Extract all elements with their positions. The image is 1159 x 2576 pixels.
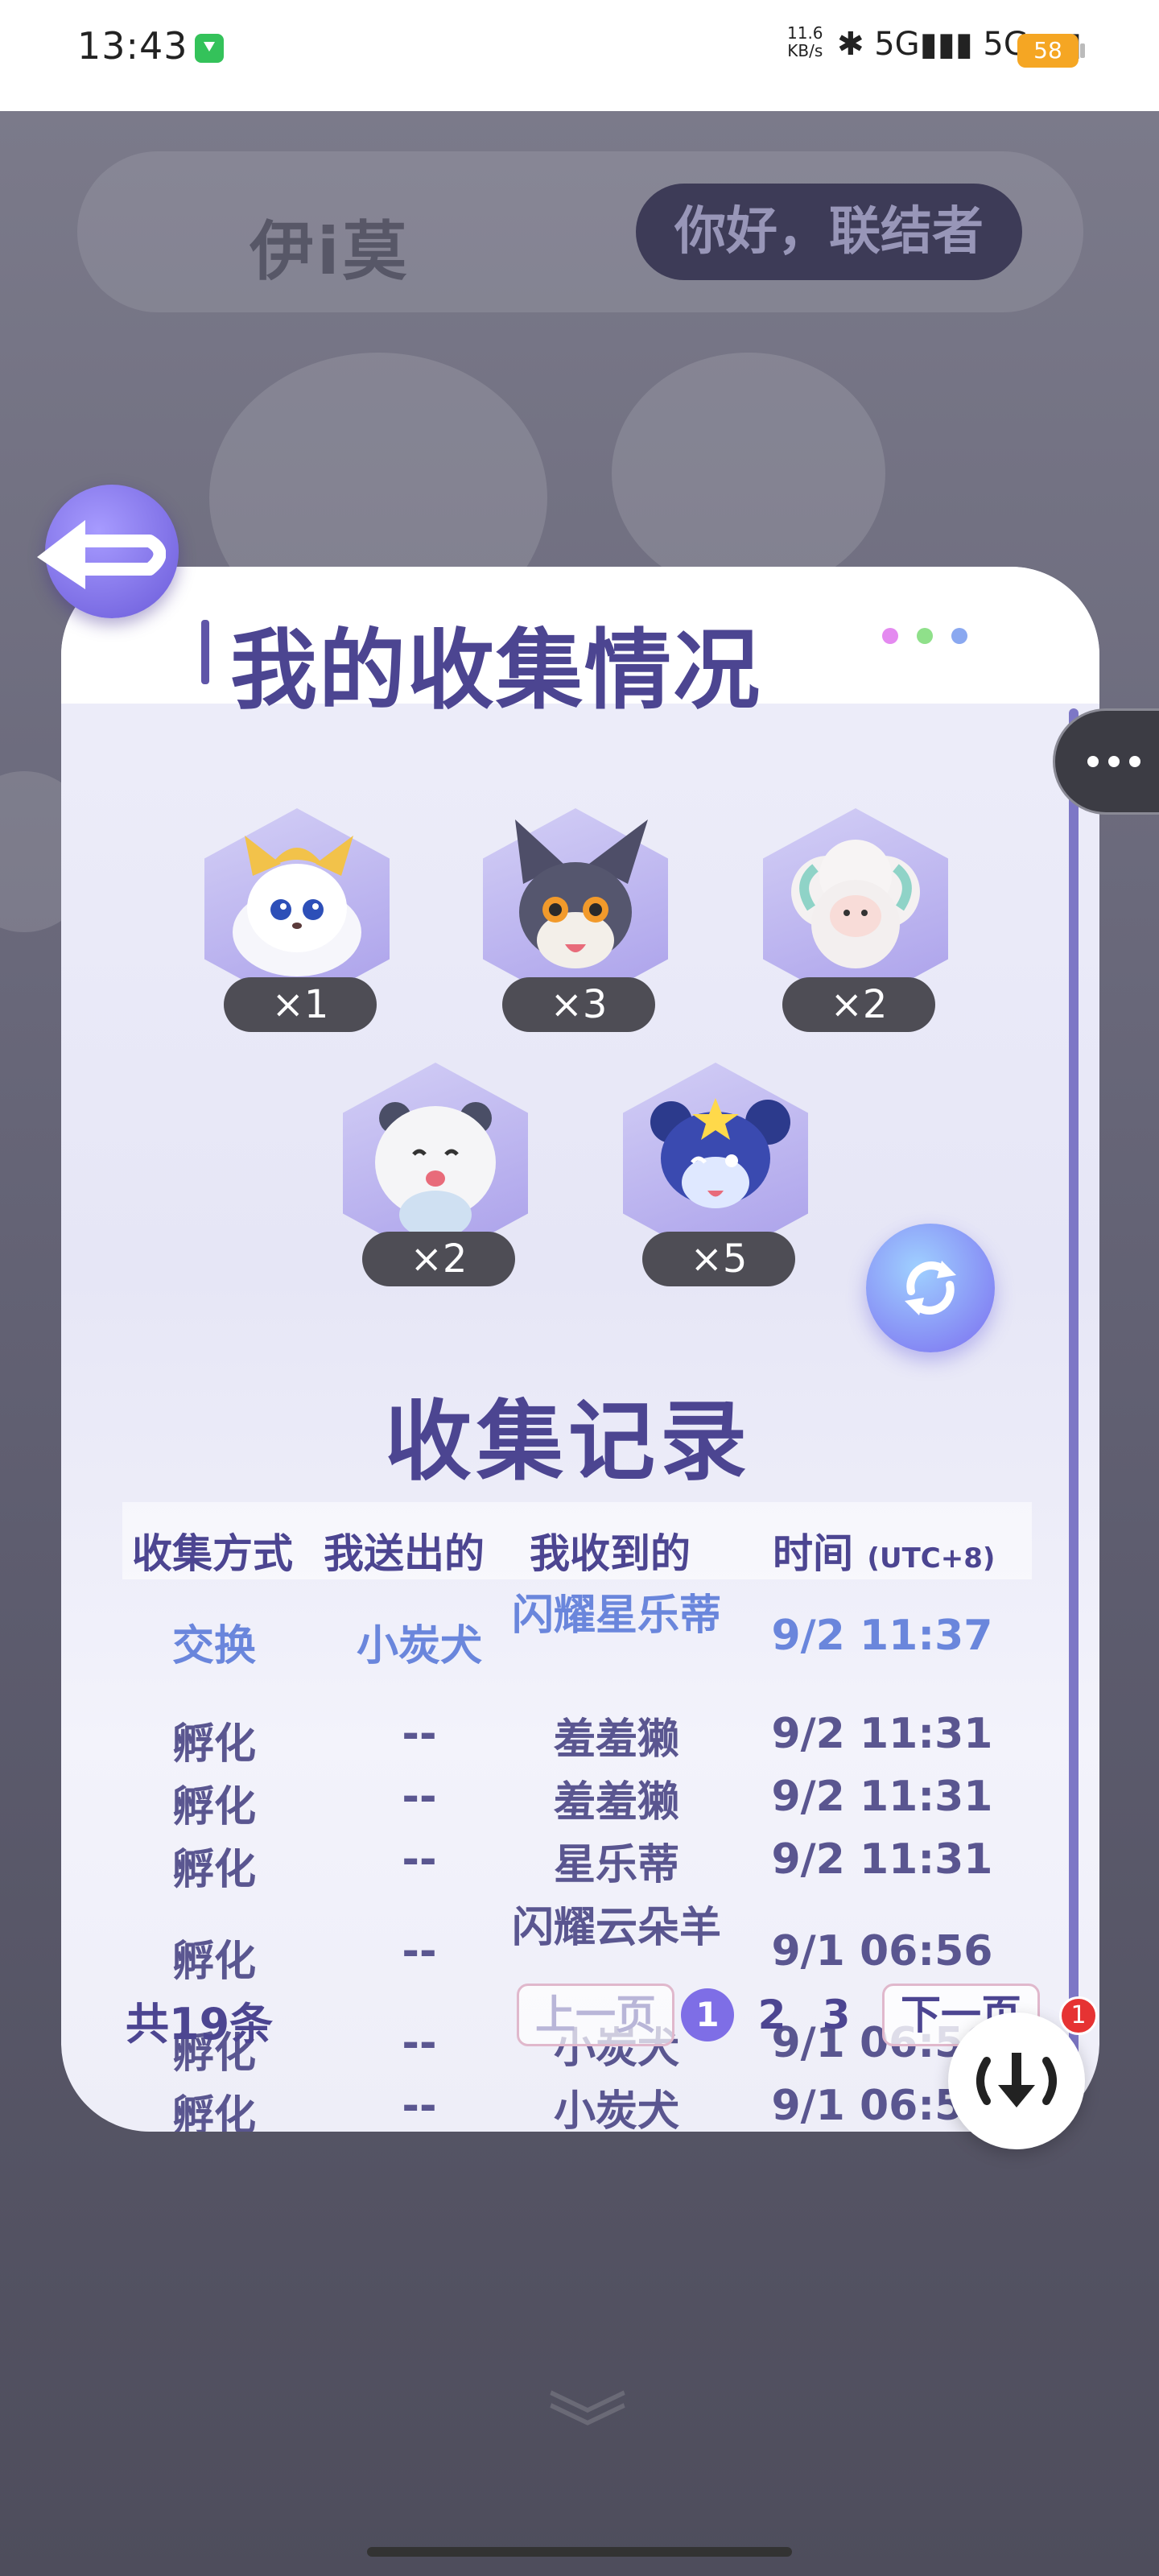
column-time-label: 时间 [773,1530,853,1577]
row-sent: 小炭犬 [356,1622,482,1670]
column-received: 我收到的 [530,1530,691,1577]
table-row: 孵化 -- 羞羞獭 9/2 11:31 [61,1710,1075,1774]
panel-header: 我的收集情况 [61,567,1099,721]
table-row: 孵化 -- 闪耀云朵羊 9/1 06:56 [61,1904,1075,1992]
row-received: 闪耀星乐蒂 [512,1591,722,1640]
battery-icon: 58 [1017,34,1085,68]
network-speed-unit: KB/s [787,41,823,60]
total-count: 共19条 [126,1999,274,2050]
white-otter-icon [375,1102,496,1239]
refresh-button[interactable] [866,1224,995,1352]
table-row: 孵化 -- 星乐蒂 9/2 11:31 [61,1835,1075,1900]
row-method: 孵化 [171,1720,256,1769]
row-received: 羞羞獭 [553,1715,679,1764]
pagination: 共19条 上一页 1 2 3 下一页 [61,1984,1099,2056]
row-received: 羞羞獭 [553,1778,679,1827]
row-method: 孵化 [171,1846,256,1894]
collection-item-white-otter[interactable]: ×2 [335,1063,536,1304]
panel-title: 我的收集情况 [230,621,762,721]
item-count: ×2 [362,1232,515,1286]
status-time: 13:43 [77,24,188,68]
collection-item-cloud-sheep[interactable]: ×2 [755,808,956,1050]
scroll-down-chevron-icon: ︾ [547,2384,628,2478]
table-row: 交换 小炭犬 闪耀星乐蒂 9/2 11:37 [61,1591,1075,1670]
item-count: ×1 [224,977,377,1032]
row-time: 9/2 11:31 [771,1710,993,1758]
dot-green [917,628,934,644]
status-bar: 13:43 11.6 KB/s ✱ 5G▮▮▮ 5G▮▮▮ 58 [0,0,1159,111]
more-dot [1087,756,1099,767]
collection-item-golden-fox[interactable]: ×1 [196,808,398,1050]
row-time: 9/2 11:31 [771,1835,993,1884]
collection-panel: 我的收集情况 ×1 ×3 ×2 ×2 ×5 收集记录 收集方式 我送出的 我收到… [61,567,1099,2132]
decorative-dots [882,628,982,647]
row-method: 交换 [171,1622,256,1670]
background-creature [612,353,885,594]
dot-pink [882,628,898,644]
more-options-button[interactable] [1053,708,1159,815]
page-2-button[interactable]: 2 [745,1988,798,2041]
row-method: 孵化 [171,1783,256,1831]
dark-fox-icon [515,819,648,968]
row-received: 闪耀云朵羊 [512,1904,722,1952]
download-notification-icon [195,34,224,63]
row-sent: -- [402,1835,437,1884]
page-3-button[interactable]: 3 [810,1988,863,2041]
app-logo: 伊i莫 [250,214,410,289]
row-time: 9/1 06:56 [771,1927,993,1975]
back-arrow-icon [37,520,166,589]
row-method: 孵化 [171,2092,256,2132]
table-row: 孵化 -- 小炭犬 9/1 06:56 [61,2082,1075,2132]
row-received: 小炭犬 [553,2087,679,2132]
floating-download-button[interactable] [948,2013,1085,2149]
greeting-banner: 你好，联结者 [636,184,1022,280]
item-count: ×5 [642,1232,795,1286]
page-1-button[interactable]: 1 [681,1988,734,2041]
star-squirrel-icon [650,1098,790,1208]
collection-item-dark-fox[interactable]: ×3 [475,808,676,1050]
notification-badge: 1 [1059,1996,1098,2035]
column-method: 收集方式 [132,1530,293,1577]
network-speed-value: 11.6 [787,23,823,43]
table-row: 孵化 -- 羞羞獭 9/2 11:31 [61,1773,1075,1837]
row-time: 9/2 11:31 [771,1773,993,1821]
row-sent: -- [402,1773,437,1821]
item-count: ×3 [502,977,655,1032]
item-count: ×2 [782,977,935,1032]
record-title: 收集记录 [384,1392,752,1492]
more-dot [1129,756,1140,767]
column-time: 时间 (UTC+8) [773,1521,995,1579]
row-received: 星乐蒂 [553,1841,679,1889]
cloud-sheep-icon [791,840,920,968]
prev-page-button[interactable]: 上一页 [517,1984,674,2046]
column-sent: 我送出的 [324,1530,485,1577]
dot-blue [951,628,968,644]
row-sent: -- [402,2082,437,2130]
back-button[interactable] [37,485,179,618]
refresh-icon [905,1261,956,1315]
collection-item-star-squirrel[interactable]: ×5 [615,1063,816,1304]
home-indicator[interactable] [367,2547,792,2557]
more-dot [1108,756,1120,767]
title-accent-bar [201,620,209,684]
broadcast-download-icon [976,2053,1057,2107]
row-method: 孵化 [171,1938,256,1986]
row-sent: -- [402,1927,437,1975]
row-time: 9/2 11:37 [771,1612,993,1660]
row-sent: -- [402,1710,437,1758]
network-speed: 11.6 KB/s [787,24,823,60]
column-time-zone: (UTC+8) [867,1542,996,1575]
golden-fox-icon [233,836,361,976]
